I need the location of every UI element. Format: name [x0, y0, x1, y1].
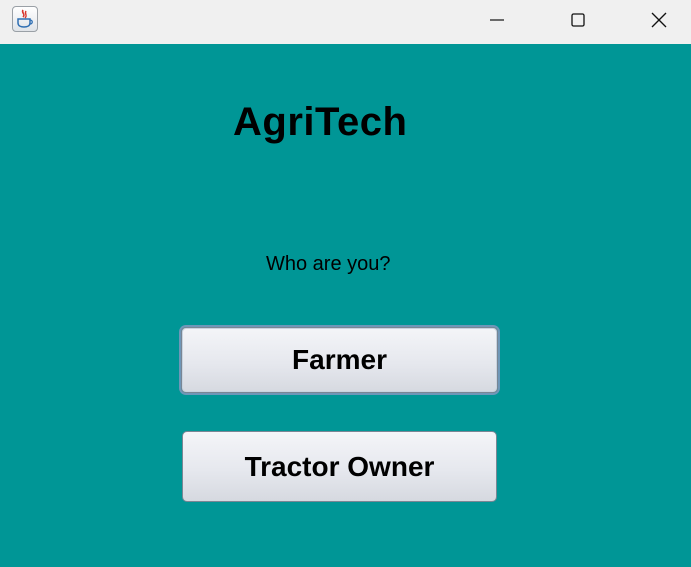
- maximize-icon: [571, 13, 585, 27]
- tractor-owner-button[interactable]: Tractor Owner: [182, 431, 497, 502]
- role-question-label: Who are you?: [266, 253, 391, 275]
- main-panel: AgriTech Who are you? Farmer Tractor Own…: [0, 44, 691, 567]
- close-icon: [651, 12, 667, 28]
- app-window: AgriTech Who are you? Farmer Tractor Own…: [0, 0, 691, 567]
- close-button[interactable]: [636, 0, 682, 40]
- minimize-button[interactable]: [474, 0, 520, 40]
- app-title: AgriTech: [233, 100, 408, 144]
- java-coffee-cup-icon[interactable]: [12, 6, 38, 32]
- title-bar[interactable]: [0, 0, 691, 44]
- minimize-icon: [490, 19, 504, 21]
- farmer-button[interactable]: Farmer: [181, 327, 498, 393]
- maximize-button[interactable]: [555, 0, 601, 40]
